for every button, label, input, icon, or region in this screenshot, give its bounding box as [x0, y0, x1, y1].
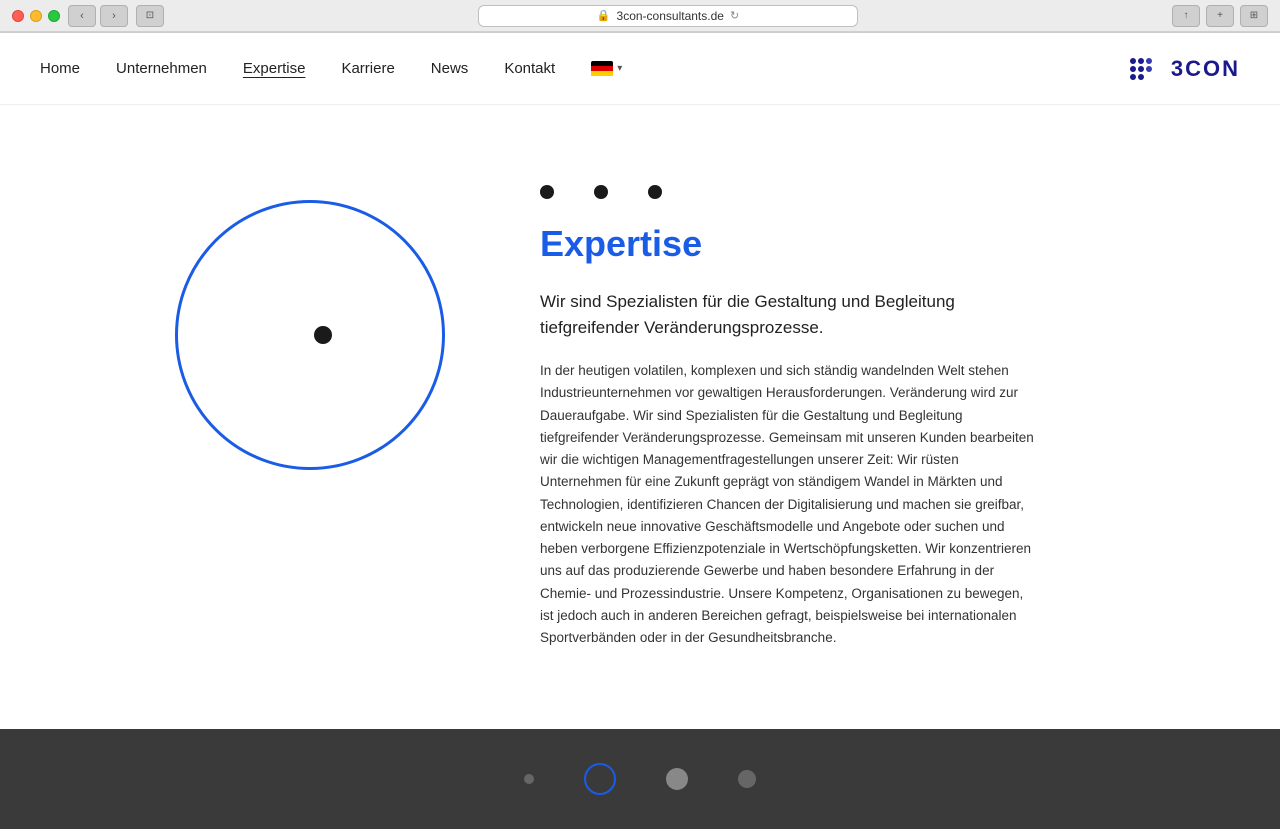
logo-icon [1127, 55, 1167, 83]
big-circle [175, 200, 445, 470]
slide-dot-1[interactable] [540, 185, 554, 199]
share-button[interactable]: ↑ [1172, 5, 1200, 27]
german-flag [591, 61, 613, 77]
footer-dot-gray[interactable] [666, 768, 688, 790]
nav-news[interactable]: News [431, 60, 469, 77]
browser-titlebar: ‹ › ⊡ 🔒 3con-consultants.de ↻ ↑ + ⊞ [0, 0, 1280, 32]
section-subtitle: Wir sind Spezialisten für die Gestaltung… [540, 289, 1040, 340]
lock-icon: 🔒 [597, 9, 611, 22]
website: Home Unternehmen Expertise Karriere News… [0, 33, 1280, 829]
forward-button[interactable]: › [100, 5, 128, 27]
traffic-lights [12, 10, 60, 22]
bookmark-button[interactable]: + [1206, 5, 1234, 27]
main-content: Expertise Wir sind Spezialisten für die … [0, 105, 1280, 729]
text-section: Expertise Wir sind Spezialisten für die … [540, 165, 1040, 649]
address-bar-wrap: 🔒 3con-consultants.de ↻ [172, 5, 1164, 27]
nav-home[interactable]: Home [40, 60, 80, 77]
site-logo[interactable]: 3CON [1127, 55, 1240, 83]
lang-chevron: ▾ [617, 63, 622, 74]
minimize-button[interactable] [30, 10, 42, 22]
slide-dot-2[interactable] [594, 185, 608, 199]
browser-chrome: ‹ › ⊡ 🔒 3con-consultants.de ↻ ↑ + ⊞ [0, 0, 1280, 33]
close-button[interactable] [12, 10, 24, 22]
section-body: In der heutigen volatilen, komplexen und… [540, 360, 1040, 649]
logo-text: 3CON [1171, 56, 1240, 82]
footer-dot-1[interactable] [524, 774, 534, 784]
url-text: 3con-consultants.de [617, 9, 724, 23]
logo-svg [1127, 55, 1167, 83]
main-nav: Home Unternehmen Expertise Karriere News… [40, 60, 622, 77]
nav-expertise[interactable]: Expertise [243, 60, 306, 77]
circle-illustration [160, 165, 460, 505]
slide-dot-3[interactable] [648, 185, 662, 199]
back-button[interactable]: ‹ [68, 5, 96, 27]
language-selector[interactable]: ▾ [591, 61, 622, 77]
nav-kontakt[interactable]: Kontakt [504, 60, 555, 77]
address-bar[interactable]: 🔒 3con-consultants.de ↻ [478, 5, 858, 27]
nav-unternehmen[interactable]: Unternehmen [116, 60, 207, 77]
section-title: Expertise [540, 223, 1040, 265]
nav-karriere[interactable]: Karriere [341, 60, 394, 77]
extensions-button[interactable]: ⊞ [1240, 5, 1268, 27]
slide-dots [540, 185, 1040, 199]
footer-bar [0, 729, 1280, 829]
reload-icon[interactable]: ↻ [730, 9, 739, 22]
browser-actions: ↑ + ⊞ [1172, 5, 1268, 27]
footer-dot-dark[interactable] [738, 770, 756, 788]
footer-dot-circle[interactable] [584, 763, 616, 795]
window-control[interactable]: ⊡ [136, 5, 164, 27]
center-dot [314, 326, 332, 344]
site-header: Home Unternehmen Expertise Karriere News… [0, 33, 1280, 105]
maximize-button[interactable] [48, 10, 60, 22]
